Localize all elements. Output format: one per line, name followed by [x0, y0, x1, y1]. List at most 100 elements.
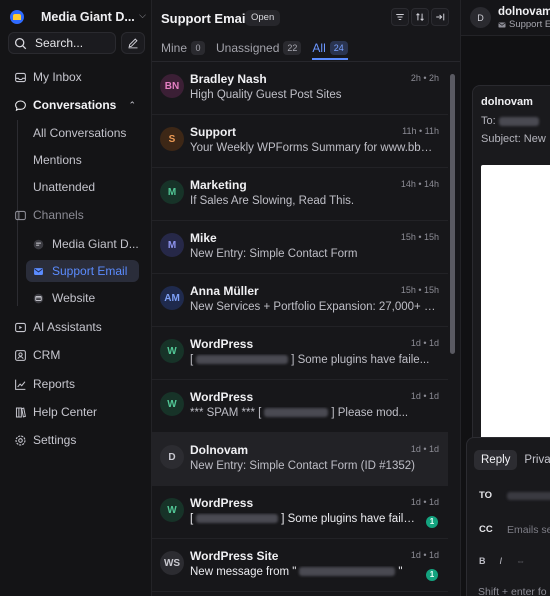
conversation-row[interactable]: M Marketing 14h • 14h If Sales Are Slowi…	[152, 168, 448, 221]
message-preview: New message from " "	[190, 566, 418, 578]
tab-label: Mine	[161, 41, 188, 55]
tab-reply[interactable]: Reply	[474, 450, 518, 470]
search-icon	[14, 37, 27, 49]
channel-name: Support E	[509, 19, 550, 30]
tab-all[interactable]: All 24	[312, 38, 349, 60]
conversation-row[interactable]: WS WordPress Site 1d • 1d New message fr…	[152, 539, 448, 592]
message-preview: New Entry: Simple Contact Form	[190, 248, 358, 260]
workspace-switcher[interactable]: Media Giant D... ⌵	[10, 8, 146, 26]
contact-name: Mike	[190, 231, 217, 245]
message-preview: [] Some plugins have faile...	[190, 513, 418, 525]
preview-suffix: "	[398, 566, 403, 578]
composer-hint: Shift + enter fo	[478, 586, 547, 596]
contact-name[interactable]: dolnovam	[498, 6, 550, 18]
collapse-panel-button[interactable]	[431, 8, 449, 26]
avatar: BN	[160, 74, 184, 98]
nav-label: CRM	[33, 348, 61, 362]
arrow-right-bar-icon	[436, 13, 445, 21]
conversation-row[interactable]: AM Anna Müller 15h • 15h New Services + …	[152, 274, 448, 327]
contact-name: WordPress	[190, 496, 254, 510]
assignment-tabs: Mine 0 Unassigned 22 All 24	[161, 38, 359, 60]
nav-unattended[interactable]: Unattended	[26, 176, 95, 198]
timestamp: 1d • 1d	[410, 550, 439, 560]
message-preview: Your Weekly WPForms Summary for www.bbb.…	[190, 142, 436, 154]
chat-widget-icon	[33, 239, 44, 249]
redacted-text	[299, 567, 396, 577]
timestamp: 15h • 15h	[400, 285, 439, 295]
inbox-title: Support Email	[161, 11, 250, 26]
sort-button[interactable]	[411, 8, 429, 26]
redacted-text	[196, 355, 289, 365]
channel-support-email[interactable]: Support Email	[26, 260, 139, 282]
nav-label: Media Giant D...	[52, 237, 139, 251]
chart-line-icon	[15, 379, 26, 390]
channel-website[interactable]: Website	[26, 287, 95, 309]
contact-name: WordPress	[190, 337, 254, 351]
cc-field-input[interactable]: Emails se	[507, 524, 550, 536]
nav-conversations[interactable]: Conversations ⌃	[8, 94, 144, 116]
conversation-row[interactable]: W WordPress 1d • 1d *** SPAM *** [] Plea…	[152, 380, 448, 433]
status-badge[interactable]: Open	[245, 10, 281, 26]
tab-label: Unassigned	[216, 41, 280, 55]
timestamp: 2h • 2h	[410, 73, 439, 83]
message-preview: High Quality Guest Post Sites	[190, 89, 342, 101]
formatting-toolbar: B I ⇔	[479, 556, 525, 566]
nav-label: Settings	[33, 433, 77, 447]
channel-media-giant[interactable]: Media Giant D...	[26, 233, 139, 255]
scrollbar-thumb[interactable]	[450, 74, 455, 354]
timestamp: 1d • 1d	[410, 391, 439, 401]
conversation-header: D dolnovam Support E	[461, 0, 550, 36]
tab-mine[interactable]: Mine 0	[161, 38, 206, 58]
filter-icon	[396, 13, 404, 21]
unread-count-badge: 1	[426, 516, 438, 528]
italic-button[interactable]: I	[500, 556, 503, 566]
mail-icon	[34, 267, 43, 275]
bold-button[interactable]: B	[479, 556, 486, 566]
timestamp: 1d • 1d	[410, 497, 439, 507]
tab-private-note[interactable]: Privat	[517, 450, 550, 470]
filter-button[interactable]	[391, 8, 409, 26]
nav-label: Mentions	[33, 153, 82, 167]
code-button[interactable]: ⇔	[516, 556, 525, 566]
to-field-value[interactable]	[507, 492, 550, 500]
preview-prefix: [	[190, 513, 194, 525]
nav-label: My Inbox	[33, 70, 82, 84]
nav-help-center[interactable]: Help Center	[8, 401, 144, 423]
conversation-row[interactable]: W WordPress 1d • 1d [] Some plugins have…	[152, 327, 448, 380]
conversation-row-selected[interactable]: D Dolnovam 1d • 1d New Entry: Simple Con…	[152, 433, 448, 486]
unread-count-badge: 1	[426, 569, 438, 581]
compose-button[interactable]	[121, 32, 145, 54]
avatar: S	[160, 127, 184, 151]
nav-channels[interactable]: Channels	[8, 204, 144, 226]
tab-unassigned[interactable]: Unassigned 22	[216, 38, 302, 58]
redacted-text	[264, 408, 329, 418]
avatar: WS	[160, 551, 184, 575]
nav-crm[interactable]: CRM	[8, 344, 144, 366]
nav-label: All Conversations	[33, 126, 127, 140]
conversation-row[interactable]: W WordPress 1d • 1d [] Some plugins have…	[152, 486, 448, 539]
book-icon	[15, 407, 26, 417]
tab-count: 24	[329, 41, 348, 55]
timestamp: 14h • 14h	[400, 179, 439, 189]
contact-name: Anna Müller	[190, 284, 259, 298]
to-label: To:	[481, 115, 496, 127]
conversation-row[interactable]: BN Bradley Nash 2h • 2h High Quality Gue…	[152, 62, 448, 115]
nav-all-conversations[interactable]: All Conversations	[26, 122, 126, 144]
contact-name: WordPress	[190, 390, 254, 404]
nav-mentions[interactable]: Mentions	[26, 149, 82, 171]
chat-bubble-icon	[15, 100, 26, 111]
cc-field-label: CC	[479, 524, 493, 535]
nav-settings[interactable]: Settings	[8, 429, 144, 451]
nav-reports[interactable]: Reports	[8, 373, 144, 395]
avatar: W	[160, 392, 184, 416]
sender-name: dolnovam	[481, 96, 533, 108]
recipient-line: To:	[481, 115, 542, 127]
search-button[interactable]: Search...	[8, 32, 116, 54]
nav-my-inbox[interactable]: My Inbox	[8, 66, 144, 88]
ai-assistant-icon	[15, 322, 26, 332]
nav-ai-assistants[interactable]: AI Assistants	[8, 316, 144, 338]
conversation-row[interactable]: M Mike 15h • 15h New Entry: Simple Conta…	[152, 221, 448, 274]
nav-label: Reports	[33, 377, 76, 391]
conversation-row[interactable]: S Support 11h • 11h Your Weekly WPForms …	[152, 115, 448, 168]
gear-icon	[15, 434, 26, 446]
